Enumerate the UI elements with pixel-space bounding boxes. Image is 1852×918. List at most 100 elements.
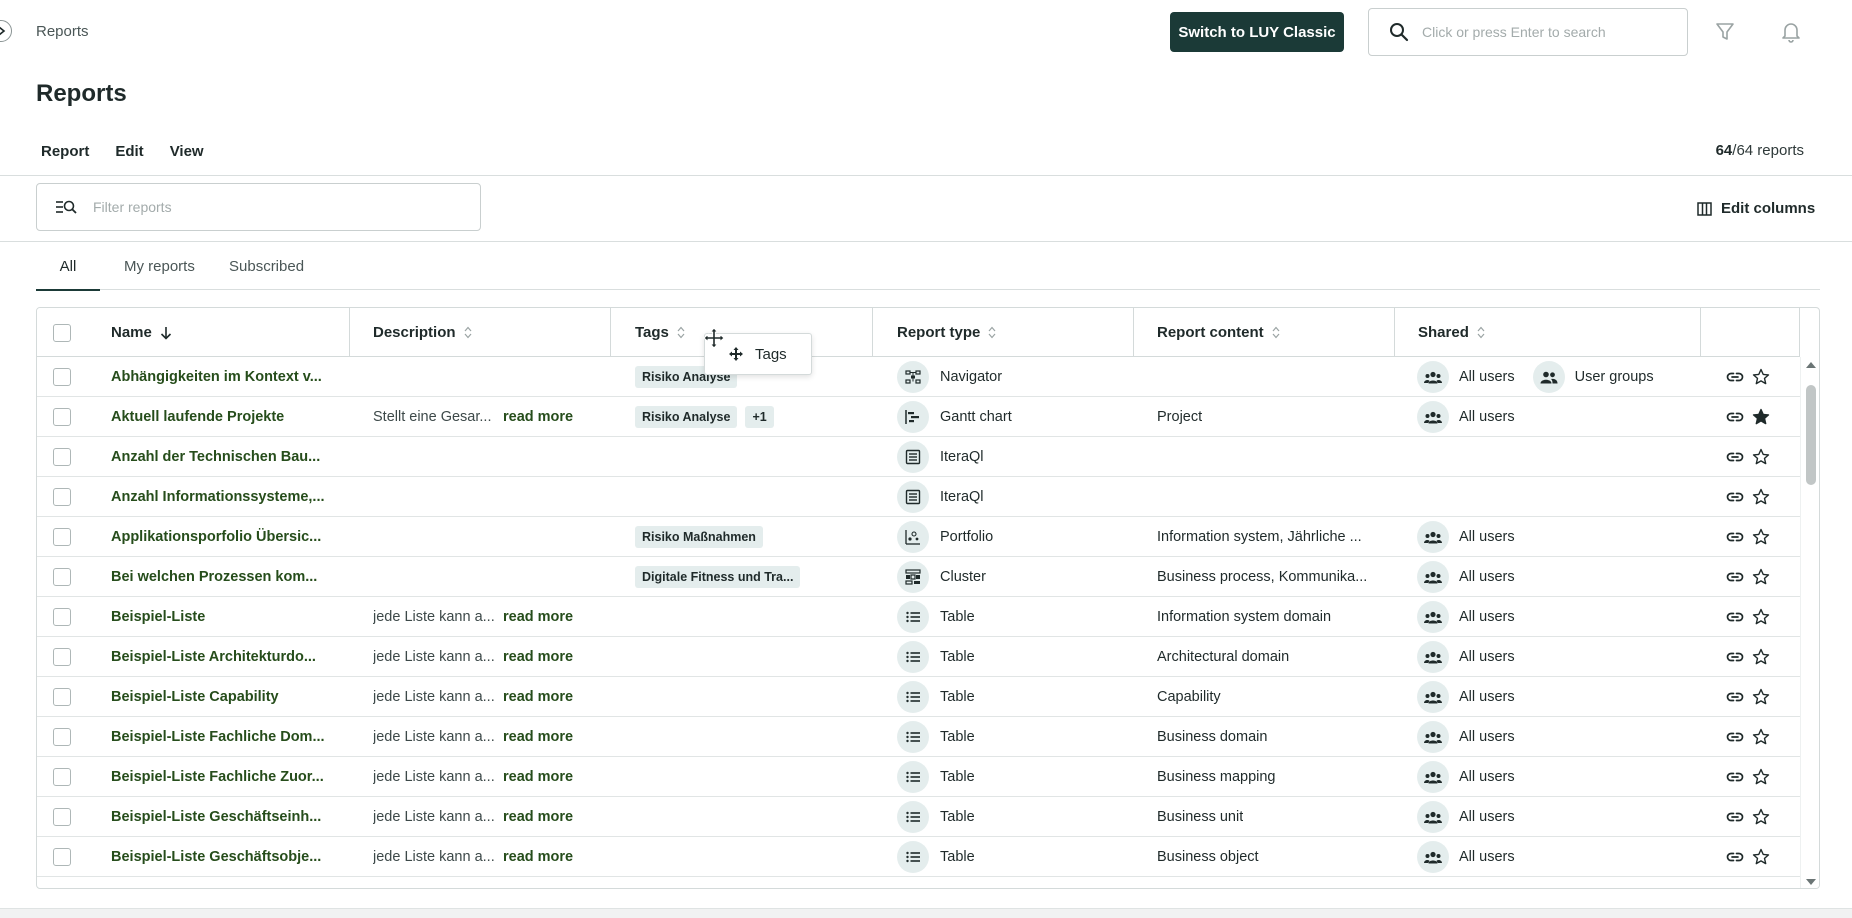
star-icon[interactable]	[1752, 768, 1770, 786]
star-icon[interactable]	[1752, 568, 1770, 586]
link-icon[interactable]	[1726, 488, 1744, 506]
table-row[interactable]: Anzahl Informationssysteme,... IteraQl	[37, 477, 1800, 517]
read-more-link[interactable]: read more	[503, 409, 573, 425]
column-header-report-type[interactable]: Report type	[897, 308, 996, 357]
table-row[interactable]: Aktuell laufende Projekte Stellt eine Ges…	[37, 397, 1800, 437]
star-icon[interactable]	[1752, 848, 1770, 866]
column-resize-handle[interactable]	[1394, 308, 1395, 357]
row-checkbox[interactable]	[53, 768, 71, 786]
read-more-link[interactable]: read more	[503, 649, 573, 665]
scrollbar-thumb[interactable]	[1806, 385, 1816, 485]
report-name-link[interactable]: Beispiel-Liste Fachliche Zuor...	[111, 757, 329, 797]
table-row[interactable]: Beispiel-Liste Fachliche Dom... jede List…	[37, 717, 1800, 757]
row-checkbox[interactable]	[53, 688, 71, 706]
tag-chip[interactable]: +1	[745, 406, 774, 428]
column-header-description[interactable]: Description	[373, 308, 472, 357]
read-more-link[interactable]: read more	[503, 609, 573, 625]
row-checkbox[interactable]	[53, 528, 71, 546]
report-name-link[interactable]: Beispiel-Liste Geschäftsobje...	[111, 837, 329, 877]
star-filled-icon[interactable]	[1752, 408, 1770, 426]
tab-subscribed[interactable]: Subscribed	[229, 256, 304, 290]
row-checkbox[interactable]	[53, 648, 71, 666]
star-icon[interactable]	[1752, 448, 1770, 466]
report-name-link[interactable]: Aktuell laufende Projekte	[111, 397, 329, 437]
row-checkbox[interactable]	[53, 488, 71, 506]
column-resize-handle[interactable]	[349, 308, 350, 357]
sort-descending-icon[interactable]	[160, 326, 172, 340]
scroll-up-icon[interactable]	[1805, 361, 1817, 369]
sort-icon[interactable]	[677, 326, 685, 339]
filter-reports[interactable]	[36, 183, 481, 231]
row-checkbox[interactable]	[53, 608, 71, 626]
table-row[interactable]: Beispiel-Liste Geschäftsobje... jede List…	[37, 837, 1800, 877]
table-row[interactable]: Beispiel-Liste jede Liste kann a... read m…	[37, 597, 1800, 637]
row-checkbox[interactable]	[53, 408, 71, 426]
report-name-link[interactable]: Beispiel-Liste Fachliche Dom...	[111, 717, 329, 757]
column-resize-handle[interactable]	[610, 308, 611, 357]
link-icon[interactable]	[1726, 648, 1744, 666]
report-name-link[interactable]: Anzahl der Technischen Bau...	[111, 437, 329, 477]
global-search[interactable]	[1368, 8, 1688, 56]
report-name-link[interactable]: Beispiel-Liste Architekturdo...	[111, 637, 329, 677]
column-resize-handle[interactable]	[1799, 308, 1800, 357]
table-row[interactable]: Anzahl der Technischen Bau... IteraQl	[37, 437, 1800, 477]
breadcrumb[interactable]: Reports	[36, 23, 89, 40]
column-resize-handle[interactable]	[1700, 308, 1701, 357]
tag-chip[interactable]: Risiko Maßnahmen	[635, 526, 763, 548]
read-more-link[interactable]: read more	[503, 689, 573, 705]
report-name-link[interactable]: Anzahl Informationssysteme,...	[111, 477, 329, 517]
table-row[interactable]: Abhängigkeiten im Kontext v... Risiko Ana…	[37, 357, 1800, 397]
column-header-shared[interactable]: Shared	[1418, 308, 1485, 357]
filter-icon[interactable]	[1715, 22, 1735, 42]
bell-icon[interactable]	[1781, 21, 1801, 43]
select-all-checkbox[interactable]	[53, 323, 71, 342]
link-icon[interactable]	[1726, 688, 1744, 706]
global-search-input[interactable]	[1422, 24, 1682, 40]
table-scrollbar[interactable]	[1800, 357, 1819, 888]
star-icon[interactable]	[1752, 808, 1770, 826]
tag-chip[interactable]: Digitale Fitness und Tra...	[635, 566, 801, 588]
star-icon[interactable]	[1752, 728, 1770, 746]
star-icon[interactable]	[1752, 488, 1770, 506]
scroll-down-icon[interactable]	[1805, 878, 1817, 886]
star-icon[interactable]	[1752, 688, 1770, 706]
tab-my-reports[interactable]: My reports	[124, 256, 195, 290]
column-resize-handle[interactable]	[1133, 308, 1134, 357]
sort-icon[interactable]	[988, 326, 996, 339]
report-name-link[interactable]: Bei welchen Prozessen kom...	[111, 557, 329, 597]
row-checkbox[interactable]	[53, 448, 71, 466]
sort-icon[interactable]	[1272, 326, 1280, 339]
column-resize-handle[interactable]	[872, 308, 873, 357]
column-header-tags[interactable]: Tags	[635, 308, 685, 357]
report-name-link[interactable]: Beispiel-Liste Capability	[111, 677, 329, 717]
report-name-link[interactable]: Abhängigkeiten im Kontext v...	[111, 357, 329, 397]
star-icon[interactable]	[1752, 648, 1770, 666]
table-row[interactable]: Beispiel-Liste Architekturdo... jede List…	[37, 637, 1800, 677]
tab-all[interactable]: All	[36, 256, 100, 291]
column-header-name[interactable]: Name	[111, 308, 172, 357]
table-row[interactable]: Beispiel-Liste Capability jede Liste kann…	[37, 677, 1800, 717]
sidebar-toggle-button[interactable]	[0, 20, 12, 42]
switch-classic-button[interactable]: Switch to LUY Classic	[1170, 12, 1344, 52]
edit-columns-button[interactable]: Edit columns	[1697, 200, 1815, 217]
link-icon[interactable]	[1726, 568, 1744, 586]
sort-icon[interactable]	[464, 326, 472, 339]
star-icon[interactable]	[1752, 608, 1770, 626]
row-checkbox[interactable]	[53, 808, 71, 826]
read-more-link[interactable]: read more	[503, 849, 573, 865]
star-icon[interactable]	[1752, 368, 1770, 386]
filter-reports-input[interactable]	[93, 199, 473, 215]
link-icon[interactable]	[1726, 528, 1744, 546]
row-checkbox[interactable]	[53, 368, 71, 386]
read-more-link[interactable]: read more	[503, 809, 573, 825]
sort-icon[interactable]	[1477, 326, 1485, 339]
report-name-link[interactable]: Applikationsporfolio Übersic...	[111, 517, 329, 557]
link-icon[interactable]	[1726, 768, 1744, 786]
table-row[interactable]: Beispiel-Liste Fachliche Zuor... jede Lis…	[37, 757, 1800, 797]
tag-chip[interactable]: Risiko Analyse	[635, 406, 738, 428]
link-icon[interactable]	[1726, 848, 1744, 866]
table-row[interactable]: Applikationsporfolio Übersic... Risiko Ma…	[37, 517, 1800, 557]
link-icon[interactable]	[1726, 728, 1744, 746]
link-icon[interactable]	[1726, 368, 1744, 386]
report-name-link[interactable]: Beispiel-Liste	[111, 597, 329, 637]
